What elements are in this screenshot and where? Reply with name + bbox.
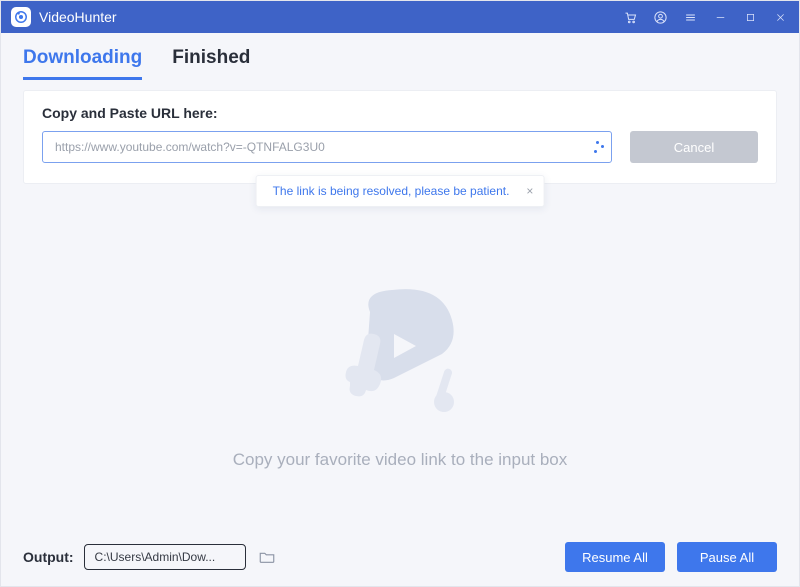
url-panel: Copy and Paste URL here: Cancel The link… xyxy=(23,90,777,184)
url-input[interactable] xyxy=(42,131,612,163)
minimize-icon[interactable] xyxy=(707,4,733,30)
resume-all-button[interactable]: Resume All xyxy=(565,542,665,572)
empty-hint: Copy your favorite video link to the inp… xyxy=(233,450,568,470)
footer: Output: C:\Users\Admin\Dow... Resume All… xyxy=(1,528,799,586)
footer-left: Output: C:\Users\Admin\Dow... xyxy=(23,544,278,570)
pause-all-button[interactable]: Pause All xyxy=(677,542,777,572)
title-bar-left: VideoHunter xyxy=(11,7,117,27)
title-bar-right xyxy=(617,4,793,30)
account-icon[interactable] xyxy=(647,4,673,30)
app-title: VideoHunter xyxy=(39,9,117,25)
app-window: VideoHunter Downloading Finis xyxy=(0,0,800,587)
url-input-wrap xyxy=(42,131,612,163)
maximize-icon[interactable] xyxy=(737,4,763,30)
status-toast: The link is being resolved, please be pa… xyxy=(256,175,545,207)
tab-downloading[interactable]: Downloading xyxy=(23,47,142,80)
output-label: Output: xyxy=(23,549,74,565)
menu-icon[interactable] xyxy=(677,4,703,30)
status-toast-text: The link is being resolved, please be pa… xyxy=(273,184,510,198)
url-row: Cancel xyxy=(42,131,758,163)
url-label: Copy and Paste URL here: xyxy=(42,105,758,121)
toast-close-icon[interactable]: × xyxy=(526,184,533,198)
footer-right: Resume All Pause All xyxy=(565,542,777,572)
loading-spinner-icon xyxy=(592,141,604,153)
open-folder-icon[interactable] xyxy=(256,546,278,568)
tab-finished[interactable]: Finished xyxy=(172,47,250,80)
close-icon[interactable] xyxy=(767,4,793,30)
tab-bar: Downloading Finished xyxy=(1,33,799,80)
cancel-button[interactable]: Cancel xyxy=(630,131,758,163)
cart-icon[interactable] xyxy=(617,4,643,30)
app-logo-icon xyxy=(11,7,31,27)
title-bar: VideoHunter xyxy=(1,1,799,33)
empty-area: Copy your favorite video link to the inp… xyxy=(1,184,799,528)
output-path-text: C:\Users\Admin\Dow... xyxy=(95,550,216,564)
output-path-field[interactable]: C:\Users\Admin\Dow... xyxy=(84,544,246,570)
empty-illustration-icon xyxy=(310,272,490,432)
